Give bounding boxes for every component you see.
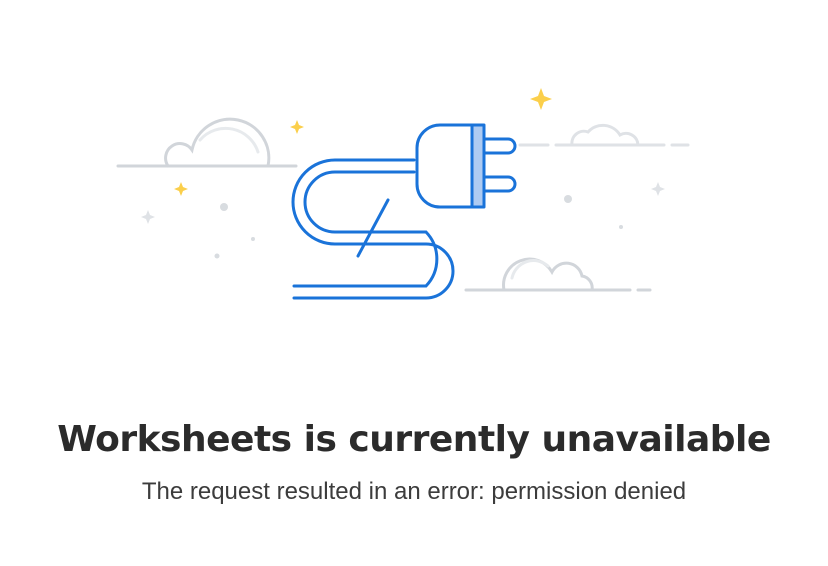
dot-icon	[214, 195, 623, 259]
error-page: Worksheets is currently unavailable The …	[0, 0, 828, 566]
cloud-icon	[116, 117, 298, 168]
cable-icon	[291, 158, 455, 300]
sparkle-icon	[141, 182, 665, 224]
cloud-icon	[518, 123, 690, 147]
error-message: The request resulted in an error: permis…	[141, 478, 687, 505]
error-title: Worksheets is currently unavailable	[57, 419, 771, 460]
plug-icon	[415, 123, 517, 209]
cloud-icon	[464, 257, 652, 292]
unplugged-cable-illustration	[116, 88, 690, 300]
sparkle-icon	[174, 88, 552, 196]
